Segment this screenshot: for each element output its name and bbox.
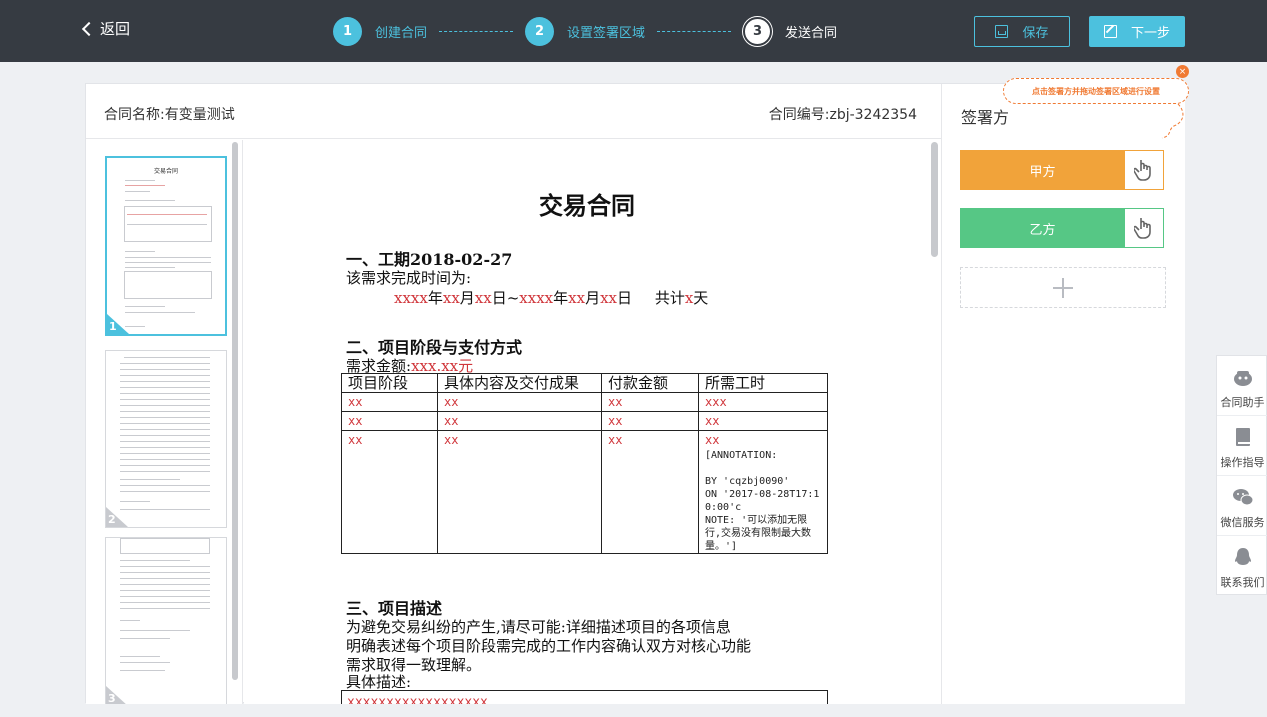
contract-name: 合同名称:有变量测试	[104, 107, 235, 123]
document-title: 交易合同	[539, 192, 635, 220]
tool-label: 微信服务	[1220, 516, 1265, 529]
desc-label: 具体描述:	[346, 673, 412, 691]
step-2-label: 设置签署区域	[567, 25, 646, 41]
table-header: 项目阶段	[341, 373, 438, 393]
wechat-service-button[interactable]: 微信服务	[1217, 476, 1267, 536]
thumbnails-scrollbar[interactable]	[232, 142, 238, 680]
tool-label: 合同助手	[1220, 396, 1265, 409]
section-3-text: 为避免交易纠纷的产生,请尽可能:详细描述项目的各项信息	[346, 618, 731, 636]
save-label: 保存	[1022, 26, 1049, 41]
robot-icon	[1234, 371, 1252, 386]
step-1-label: 创建合同	[375, 25, 428, 41]
desc-box: xxxxxxxxxxxxxxxxxx	[341, 690, 828, 704]
contract-assistant-button[interactable]: 合同助手	[1217, 356, 1267, 416]
stage-payment-table: 项目阶段 具体内容及交付成果 付款金额 所需工时 xx xx xx xxx xx…	[341, 373, 828, 554]
step-2-circle: 2	[525, 16, 555, 46]
back-label: 返回	[100, 20, 131, 38]
edit-icon	[1103, 25, 1117, 38]
plus-icon	[1053, 277, 1073, 298]
party-b-label: 乙方	[1029, 222, 1056, 238]
operation-guide-button[interactable]: 操作指导	[1217, 416, 1267, 476]
thumbnail-page-number: 2	[108, 513, 116, 526]
table-header: 具体内容及交付成果	[437, 373, 602, 393]
desc-value: xxxxxxxxxxxxxxxxxx	[347, 695, 488, 704]
signatory-title: 签署方	[961, 108, 1010, 127]
document-scrollbar[interactable]	[931, 142, 938, 257]
party-b-button[interactable]: 乙方	[960, 208, 1164, 248]
tool-label: 操作指导	[1220, 456, 1265, 469]
step-connector	[657, 30, 732, 32]
section-1-text: 该需求完成时间为:	[346, 269, 472, 287]
date-range: xxxx年xx月xx日~xxxx年xx月xx日 共计x天	[394, 289, 709, 307]
contract-editor: 合同名称:有变量测试 合同编号:zbj-3242354 交易合同 1 2 3 交…	[85, 83, 1185, 704]
table-header: 付款金额	[601, 373, 699, 393]
step-3-label: 发送合同	[785, 25, 838, 41]
table-header: 所需工时	[698, 373, 828, 393]
next-label: 下一步	[1130, 26, 1170, 41]
drag-hand-icon[interactable]	[1125, 151, 1163, 189]
step-indicator: 1 创建合同 2 设置签署区域 3 发送合同	[333, 16, 837, 46]
thumbnail-page-number: 3	[108, 692, 116, 704]
back-button[interactable]: 返回	[81, 18, 131, 39]
book-icon	[1236, 428, 1250, 446]
save-button[interactable]: 保存	[974, 16, 1070, 47]
side-toolbar: 合同助手 操作指导 微信服务 联系我们	[1216, 355, 1267, 595]
section-3-text: 明确表述每个项目阶段需完成的工作内容确认双方对核心功能	[346, 637, 752, 655]
step-3-circle: 3	[743, 16, 773, 46]
page-thumbnail-1[interactable]: 交易合同 1	[105, 156, 227, 336]
step-connector	[439, 30, 514, 32]
thumbnail-title: 交易合同	[153, 168, 178, 175]
drag-hand-icon[interactable]	[1125, 209, 1163, 247]
table-header-row: 项目阶段 具体内容及交付成果 付款金额 所需工时	[341, 373, 828, 393]
page-thumbnails: 交易合同 1 2 3	[86, 140, 243, 704]
chevron-left-icon	[81, 21, 97, 37]
thumbnail-page-number: 1	[109, 320, 117, 333]
wechat-icon	[1233, 489, 1254, 506]
contract-info-bar: 合同名称:有变量测试 合同编号:zbj-3242354	[86, 84, 941, 139]
party-a-label: 甲方	[1029, 164, 1056, 180]
top-bar: 返回 1 创建合同 2 设置签署区域 3 发送合同 保存 下一步	[0, 0, 1267, 62]
step-1-circle: 1	[333, 16, 362, 46]
drag-hint-tooltip: 点击签署方并拖动签署区域进行设置	[1003, 78, 1189, 104]
tooltip-pointer	[1161, 104, 1184, 139]
page-thumbnail-3[interactable]: 3	[105, 537, 227, 704]
table-row: xx xx xx xxx	[341, 392, 828, 412]
contract-number: 合同编号:zbj-3242354	[768, 107, 917, 123]
signatory-panel: 签署方 甲方 乙方	[941, 84, 1185, 704]
document-viewer: 交易合同 一、工期2018-02-27 该需求完成时间为: xxxx年xx月xx…	[244, 140, 941, 704]
tool-label: 联系我们	[1220, 576, 1265, 589]
annotation-note: [ANNOTATION: BY 'cqzbj0090' ON '2017-08-…	[705, 450, 820, 552]
page-thumbnail-2[interactable]: 2	[105, 350, 227, 528]
table-row: xx xx xx xx [ANNOTATION: BY 'cqzbj0090' …	[341, 430, 828, 554]
contact-us-button[interactable]: 联系我们	[1217, 536, 1267, 596]
next-step-button[interactable]: 下一步	[1089, 16, 1185, 47]
table-row: xx xx xx xx	[341, 411, 828, 431]
qq-icon	[1235, 548, 1251, 565]
add-party-button[interactable]	[960, 267, 1166, 308]
close-icon[interactable]: ×	[1176, 65, 1189, 78]
party-a-button[interactable]: 甲方	[960, 150, 1164, 190]
save-icon	[995, 25, 1009, 38]
